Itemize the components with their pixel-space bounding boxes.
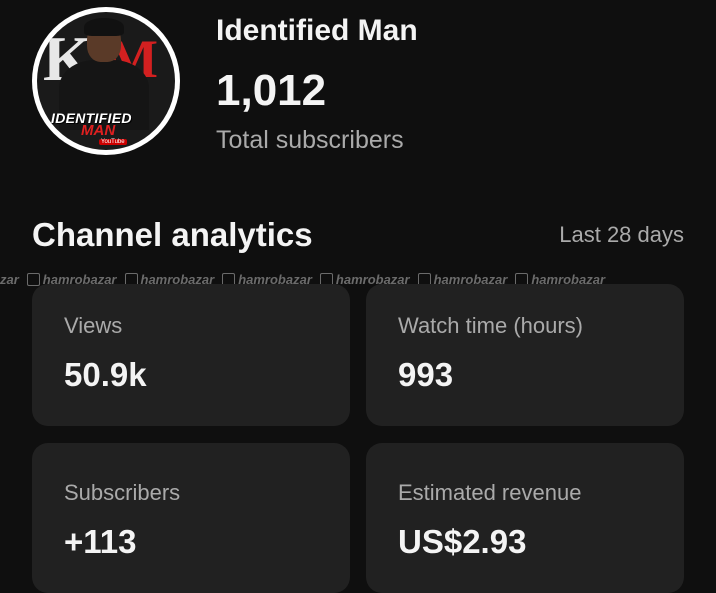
card-label: Watch time (hours) xyxy=(398,313,584,338)
date-range-selector[interactable]: Last 28 days xyxy=(559,222,684,248)
card-value: 993 xyxy=(398,356,454,393)
watermark-icon xyxy=(26,273,40,286)
card-label: Estimated revenue xyxy=(398,480,582,505)
card-value: US$2.93 xyxy=(398,523,527,560)
card-label: Subscribers xyxy=(64,480,181,505)
card-value: +113 xyxy=(64,523,137,560)
watch-time-card[interactable]: Watch time (hours) 993 xyxy=(366,284,684,426)
avatar-logo-text: MAN xyxy=(81,122,116,139)
channel-avatar[interactable]: K M IDENTIFIED MAN YouTube xyxy=(32,7,180,155)
card-value: 50.9k xyxy=(64,356,147,393)
subscriber-count: 1,012 xyxy=(216,66,327,115)
channel-name: Identified Man xyxy=(216,14,418,47)
views-card[interactable]: Views 50.9k xyxy=(32,284,350,426)
subscribers-card[interactable]: Subscribers +113 xyxy=(32,443,350,593)
channel-avatar-logo: K M IDENTIFIED MAN YouTube xyxy=(37,12,175,150)
section-title: Channel analytics xyxy=(32,216,313,253)
card-label: Views xyxy=(64,313,123,338)
subscriber-label: Total subscribers xyxy=(216,126,404,154)
youtube-tag: YouTube xyxy=(99,139,127,145)
revenue-card[interactable]: Estimated revenue US$2.93 xyxy=(366,443,684,593)
